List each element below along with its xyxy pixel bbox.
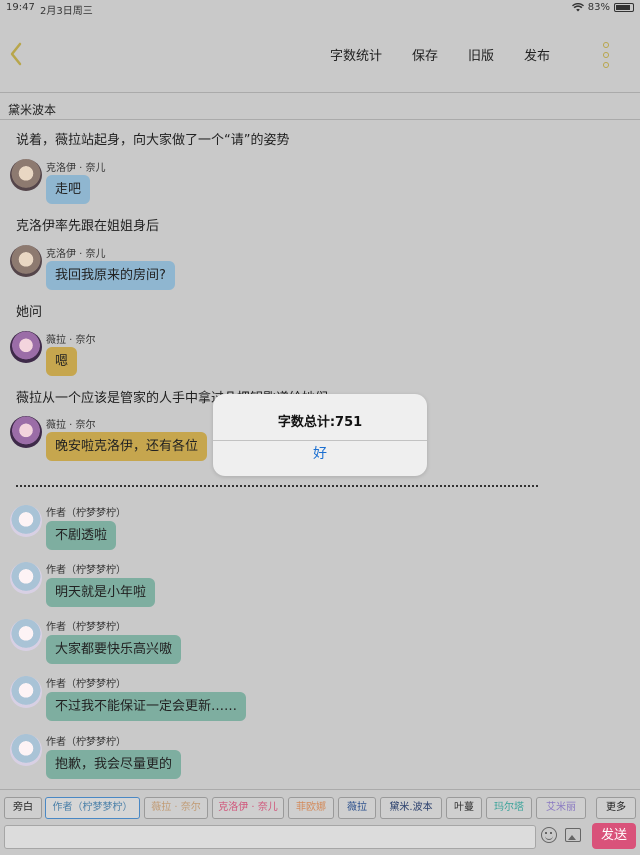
word-count-alert: 字数总计:751 好 [213,394,427,476]
alert-ok-button[interactable]: 好 [213,440,427,476]
alert-message: 字数总计:751 [277,415,363,430]
dialog-overlay: 字数总计:751 好 [0,0,640,855]
